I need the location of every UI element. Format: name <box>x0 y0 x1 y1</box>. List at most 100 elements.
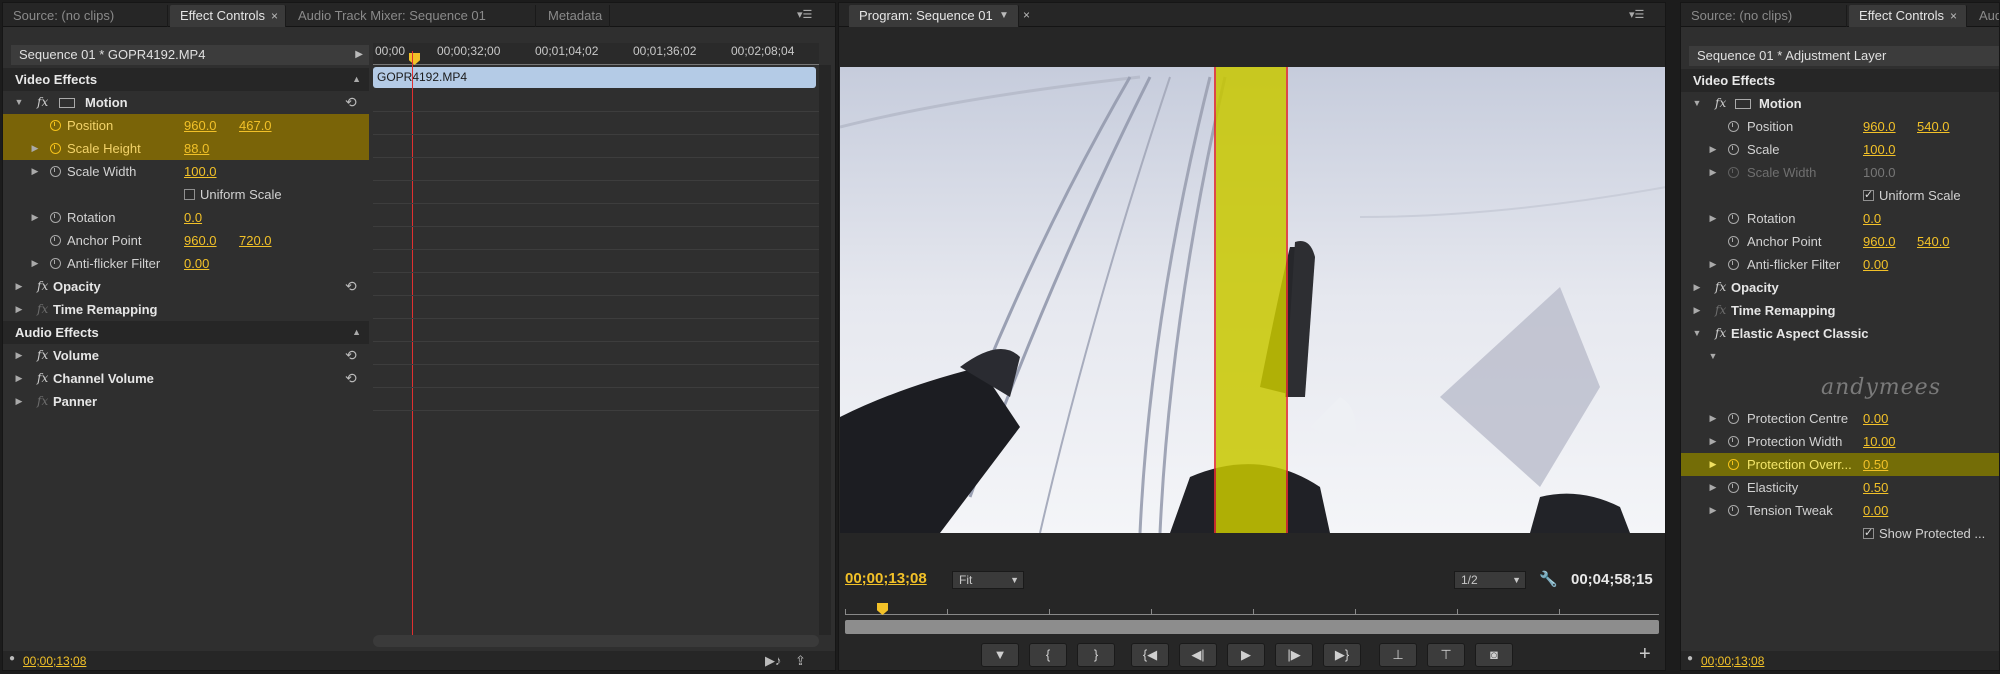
stopwatch-icon[interactable] <box>50 235 61 246</box>
mark-in-button[interactable]: { <box>1029 643 1067 667</box>
protection-override-row[interactable]: ▶ Protection Overr... 0.50 <box>1681 453 1999 476</box>
position-y-value[interactable]: 467.0 <box>239 114 272 137</box>
protection-width-value[interactable]: 10.00 <box>1863 430 1896 453</box>
show-protected-checbox[interactable]: ✓ <box>1863 528 1874 539</box>
monitor-ruler[interactable] <box>845 601 1659 615</box>
step-forward-button[interactable]: |▶ <box>1275 643 1313 667</box>
motion-transform-icon[interactable] <box>59 98 75 108</box>
expand-triangle-icon[interactable]: ▼ <box>1691 92 1703 115</box>
clip-header[interactable]: Sequence 01 * GOPR4192.MP4 ▶ <box>11 45 369 65</box>
expand-triangle-icon[interactable]: ▼ <box>1707 345 1719 368</box>
opacity-row[interactable]: ▶ fx Opacity <box>1681 276 1999 299</box>
panel-menu-icon[interactable]: ▾☰ <box>797 8 815 22</box>
reset-icon[interactable]: ⟲ <box>345 91 357 114</box>
anchor-point-row[interactable]: Anchor Point 960.0 540.0 <box>1681 230 1999 253</box>
go-to-out-button[interactable]: ▶} <box>1323 643 1361 667</box>
clip-header[interactable]: Sequence 01 * Adjustment Layer <box>1689 46 1999 66</box>
expand-triangle-icon[interactable]: ▶ <box>1707 453 1719 476</box>
rotation-row[interactable]: ▶ Rotation 0.0 <box>3 206 369 229</box>
monitor-scroll-bar[interactable] <box>845 620 1659 634</box>
playhead-icon[interactable] <box>877 603 888 615</box>
protection-override-value[interactable]: 0.50 <box>1863 453 1888 476</box>
resolution-dropdown[interactable]: 1/2 ▼ <box>1454 571 1526 589</box>
step-back-button[interactable]: ◀| <box>1179 643 1217 667</box>
opacity-row[interactable]: ▶ fx Opacity ⟲ <box>3 275 369 298</box>
motion-row[interactable]: ▼ fx Motion ⟲ <box>3 91 369 114</box>
expand-triangle-icon[interactable]: ▶ <box>13 390 25 413</box>
stopwatch-icon[interactable] <box>50 212 61 223</box>
effect-options-row[interactable]: ▼ <box>1681 345 1999 368</box>
anti-flicker-value[interactable]: 0.00 <box>1863 253 1888 276</box>
panner-row[interactable]: ▶ fx Panner <box>3 390 369 413</box>
current-timecode[interactable]: 00;00;13;08 <box>1701 654 1764 668</box>
stopwatch-icon[interactable] <box>1728 213 1739 224</box>
stopwatch-icon[interactable] <box>50 166 61 177</box>
close-icon[interactable]: × <box>271 9 278 23</box>
time-remapping-row[interactable]: ▶ fx Time Remapping <box>3 298 369 321</box>
fx-icon[interactable]: fx <box>1715 276 1726 299</box>
scale-value[interactable]: 100.0 <box>1863 138 1896 161</box>
expand-triangle-icon[interactable]: ▼ <box>13 91 25 114</box>
position-x-value[interactable]: 960.0 <box>184 114 217 137</box>
expand-triangle-icon[interactable]: ▶ <box>29 137 41 160</box>
expand-triangle-icon[interactable]: ▶ <box>1707 207 1719 230</box>
play-button[interactable]: ▶ <box>1227 643 1265 667</box>
position-x-value[interactable]: 960.0 <box>1863 115 1896 138</box>
playhead-timecode[interactable]: 00;00;13;08 <box>845 570 927 587</box>
stopwatch-icon[interactable] <box>1728 236 1739 247</box>
expand-triangle-icon[interactable]: ▶ <box>1707 499 1719 522</box>
rotation-value[interactable]: 0.0 <box>1863 207 1881 230</box>
expand-triangle-icon[interactable]: ▶ <box>1691 276 1703 299</box>
scale-height-row[interactable]: ▶ Scale Height 88.0 <box>3 137 369 160</box>
anchor-y-value[interactable]: 540.0 <box>1917 230 1950 253</box>
fx-icon[interactable]: fx <box>37 275 48 298</box>
scale-width-row[interactable]: ▶ Scale Width 100.0 <box>3 160 369 183</box>
expand-triangle-icon[interactable]: ▶ <box>13 275 25 298</box>
video-effects-header[interactable]: Video Effects <box>1681 69 1999 92</box>
protection-width-row[interactable]: ▶ Protection Width 10.00 <box>1681 430 1999 453</box>
motion-transform-icon[interactable] <box>1735 99 1751 109</box>
panel-menu-icon[interactable]: ▾☰ <box>1629 8 1647 22</box>
reset-icon[interactable]: ⟲ <box>345 367 357 390</box>
protection-centre-value[interactable]: 0.00 <box>1863 407 1888 430</box>
anchor-point-row[interactable]: Anchor Point 960.0 720.0 <box>3 229 369 252</box>
tab-effect-controls[interactable]: Effect Controls × <box>170 5 286 27</box>
stopwatch-icon[interactable] <box>50 258 61 269</box>
current-timecode[interactable]: 00;00;13;08 <box>23 654 86 668</box>
elastic-aspect-row[interactable]: ▼ fx Elastic Aspect Classic <box>1681 322 1999 345</box>
stopwatch-icon[interactable] <box>1728 505 1739 516</box>
anti-flicker-row[interactable]: ▶ Anti-flicker Filter 0.00 <box>1681 253 1999 276</box>
vertical-scrollbar[interactable] <box>819 65 831 635</box>
add-button-icon[interactable]: + <box>1639 643 1651 666</box>
expand-triangle-icon[interactable]: ▶ <box>29 206 41 229</box>
chevron-right-icon[interactable]: ▶ <box>355 45 363 65</box>
horizontal-scrollbar[interactable] <box>373 635 819 647</box>
volume-row[interactable]: ▶ fx Volume ⟲ <box>3 344 369 367</box>
rotation-row[interactable]: ▶ Rotation 0.0 <box>1681 207 1999 230</box>
reset-icon[interactable]: ⟲ <box>345 275 357 298</box>
export-frame-button[interactable]: ◙ <box>1475 643 1513 667</box>
expand-triangle-icon[interactable]: ▶ <box>1707 407 1719 430</box>
fx-icon[interactable]: fx <box>37 367 48 390</box>
protection-centre-row[interactable]: ▶ Protection Centre 0.00 <box>1681 407 1999 430</box>
expand-triangle-icon[interactable]: ▼ <box>1691 322 1703 345</box>
expand-triangle-icon[interactable]: ▶ <box>13 344 25 367</box>
elasticity-row[interactable]: ▶ Elasticity 0.50 <box>1681 476 1999 499</box>
motion-row[interactable]: ▼ fx Motion <box>1681 92 1999 115</box>
time-remapping-row[interactable]: ▶ fx Time Remapping <box>1681 299 1999 322</box>
video-frame[interactable] <box>840 67 1665 533</box>
fx-icon[interactable]: fx <box>1715 322 1726 345</box>
go-to-in-button[interactable]: {◀ <box>1131 643 1169 667</box>
anti-flicker-row[interactable]: ▶ Anti-flicker Filter 0.00 <box>3 252 369 275</box>
position-row[interactable]: Position 960.0 540.0 <box>1681 115 1999 138</box>
fx-icon[interactable]: fx <box>1715 92 1726 115</box>
reset-icon[interactable]: ⟲ <box>345 344 357 367</box>
audio-effects-header[interactable]: Audio Effects ▲ <box>3 321 369 344</box>
stopwatch-icon[interactable] <box>1728 413 1739 424</box>
fx-icon[interactable]: fx <box>37 91 48 114</box>
rotation-value[interactable]: 0.0 <box>184 206 202 229</box>
tab-source[interactable]: Source: (no clips) <box>3 5 168 27</box>
expand-triangle-icon[interactable]: ▶ <box>13 367 25 390</box>
close-icon[interactable]: × <box>1023 8 1030 22</box>
expand-triangle-icon[interactable]: ▶ <box>1707 430 1719 453</box>
